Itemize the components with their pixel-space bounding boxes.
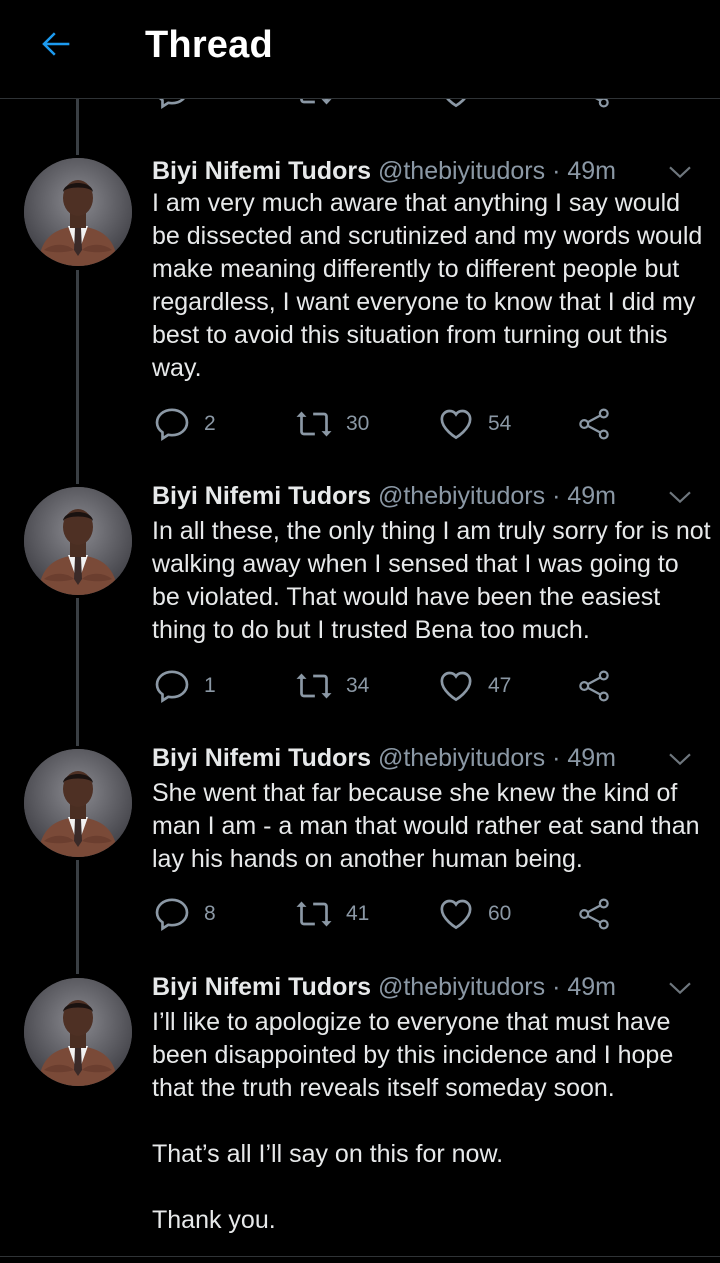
divider	[0, 1256, 720, 1257]
author-handle[interactable]: @thebiyitudors	[378, 973, 545, 1001]
like-count: 54	[488, 412, 512, 435]
share-button[interactable]	[576, 892, 612, 936]
chevron-down-icon	[669, 166, 691, 179]
share-icon	[579, 898, 609, 930]
tweet-timestamp[interactable]: 49m	[567, 744, 616, 772]
thread-connector	[76, 860, 79, 974]
profile-photo	[24, 158, 132, 266]
reply-icon	[155, 670, 189, 703]
retweet-count: 30	[346, 412, 370, 435]
like-count: 60	[488, 902, 512, 925]
tweet-text: In all these, the only thing I am truly …	[152, 517, 711, 644]
tweet-header: Biyi Nifemi Tudors @thebiyitudors · 49m	[152, 156, 616, 186]
like-count: 47	[488, 674, 512, 697]
reply-count: 8	[204, 902, 216, 925]
back-button[interactable]	[34, 22, 78, 66]
reply-icon	[155, 408, 189, 441]
retweet-icon	[296, 901, 332, 927]
tweet-timestamp[interactable]: 49m	[567, 482, 616, 510]
heart-icon	[440, 409, 472, 440]
author-handle[interactable]: @thebiyitudors	[378, 744, 545, 772]
tweet-actions: 1 34 47	[152, 664, 632, 708]
heart-icon	[440, 671, 472, 702]
tweet-text: I am very much aware that anything I say…	[152, 189, 703, 382]
chevron-down-icon	[669, 753, 691, 766]
separator-dot: ·	[552, 482, 561, 510]
author-handle[interactable]: @thebiyitudors	[378, 482, 545, 510]
author-name[interactable]: Biyi Nifemi Tudors	[152, 744, 371, 772]
tweet-menu-button[interactable]	[664, 743, 696, 775]
top-app-bar: Thread	[0, 0, 720, 99]
heart-icon	[440, 899, 472, 930]
author-handle[interactable]: @thebiyitudors	[378, 157, 545, 185]
tweet-text: I’ll like to apologize to everyone that …	[152, 1008, 674, 1234]
avatar[interactable]	[24, 749, 132, 857]
tweet-actions: 8 41 60	[152, 892, 632, 936]
share-icon	[579, 408, 609, 440]
author-name[interactable]: Biyi Nifemi Tudors	[152, 973, 371, 1001]
author-name[interactable]: Biyi Nifemi Tudors	[152, 157, 371, 185]
retweet-button[interactable]: 34	[294, 664, 369, 708]
separator-dot: ·	[552, 973, 561, 1001]
reply-button[interactable]: 8	[152, 892, 216, 936]
reply-count: 1	[204, 674, 216, 697]
reply-icon	[155, 898, 189, 931]
like-button[interactable]: 60	[436, 892, 511, 936]
retweet-button[interactable]: 41	[294, 892, 369, 936]
like-button[interactable]: 47	[436, 664, 511, 708]
profile-photo	[24, 487, 132, 595]
author-name[interactable]: Biyi Nifemi Tudors	[152, 482, 371, 510]
tweet-actions: 2 30 54	[152, 402, 632, 446]
retweet-icon	[296, 411, 332, 437]
chevron-down-icon	[669, 982, 691, 995]
retweet-button[interactable]: 30	[294, 402, 369, 446]
thread-connector	[76, 270, 79, 484]
avatar[interactable]	[24, 158, 132, 266]
tweet-menu-button[interactable]	[664, 972, 696, 1004]
tweet-text: She went that far because she knew the k…	[152, 779, 700, 873]
thread-connector	[76, 598, 79, 746]
arrow-left-icon	[42, 32, 70, 56]
profile-photo	[24, 978, 132, 1086]
tweet-timestamp[interactable]: 49m	[567, 157, 616, 185]
tweet-header: Biyi Nifemi Tudors @thebiyitudors · 49m	[152, 743, 616, 773]
avatar[interactable]	[24, 978, 132, 1086]
tweet-header: Biyi Nifemi Tudors @thebiyitudors · 49m	[152, 481, 616, 511]
reply-count: 2	[204, 412, 216, 435]
tweet-header: Biyi Nifemi Tudors @thebiyitudors · 49m	[152, 972, 616, 1002]
share-button[interactable]	[576, 402, 612, 446]
separator-dot: ·	[552, 157, 561, 185]
share-button[interactable]	[576, 664, 612, 708]
retweet-icon	[296, 673, 332, 699]
chevron-down-icon	[669, 491, 691, 504]
reply-button[interactable]: 2	[152, 402, 216, 446]
share-icon	[579, 670, 609, 702]
tweet-menu-button[interactable]	[664, 481, 696, 513]
avatar[interactable]	[24, 487, 132, 595]
retweet-count: 41	[346, 902, 370, 925]
profile-photo	[24, 749, 132, 857]
tweet-menu-button[interactable]	[664, 156, 696, 188]
retweet-count: 34	[346, 674, 370, 697]
separator-dot: ·	[552, 744, 561, 772]
thread-connector	[76, 99, 79, 155]
reply-button[interactable]: 1	[152, 664, 216, 708]
page-title: Thread	[145, 24, 273, 66]
like-button[interactable]: 54	[436, 402, 511, 446]
tweet-timestamp[interactable]: 49m	[567, 973, 616, 1001]
